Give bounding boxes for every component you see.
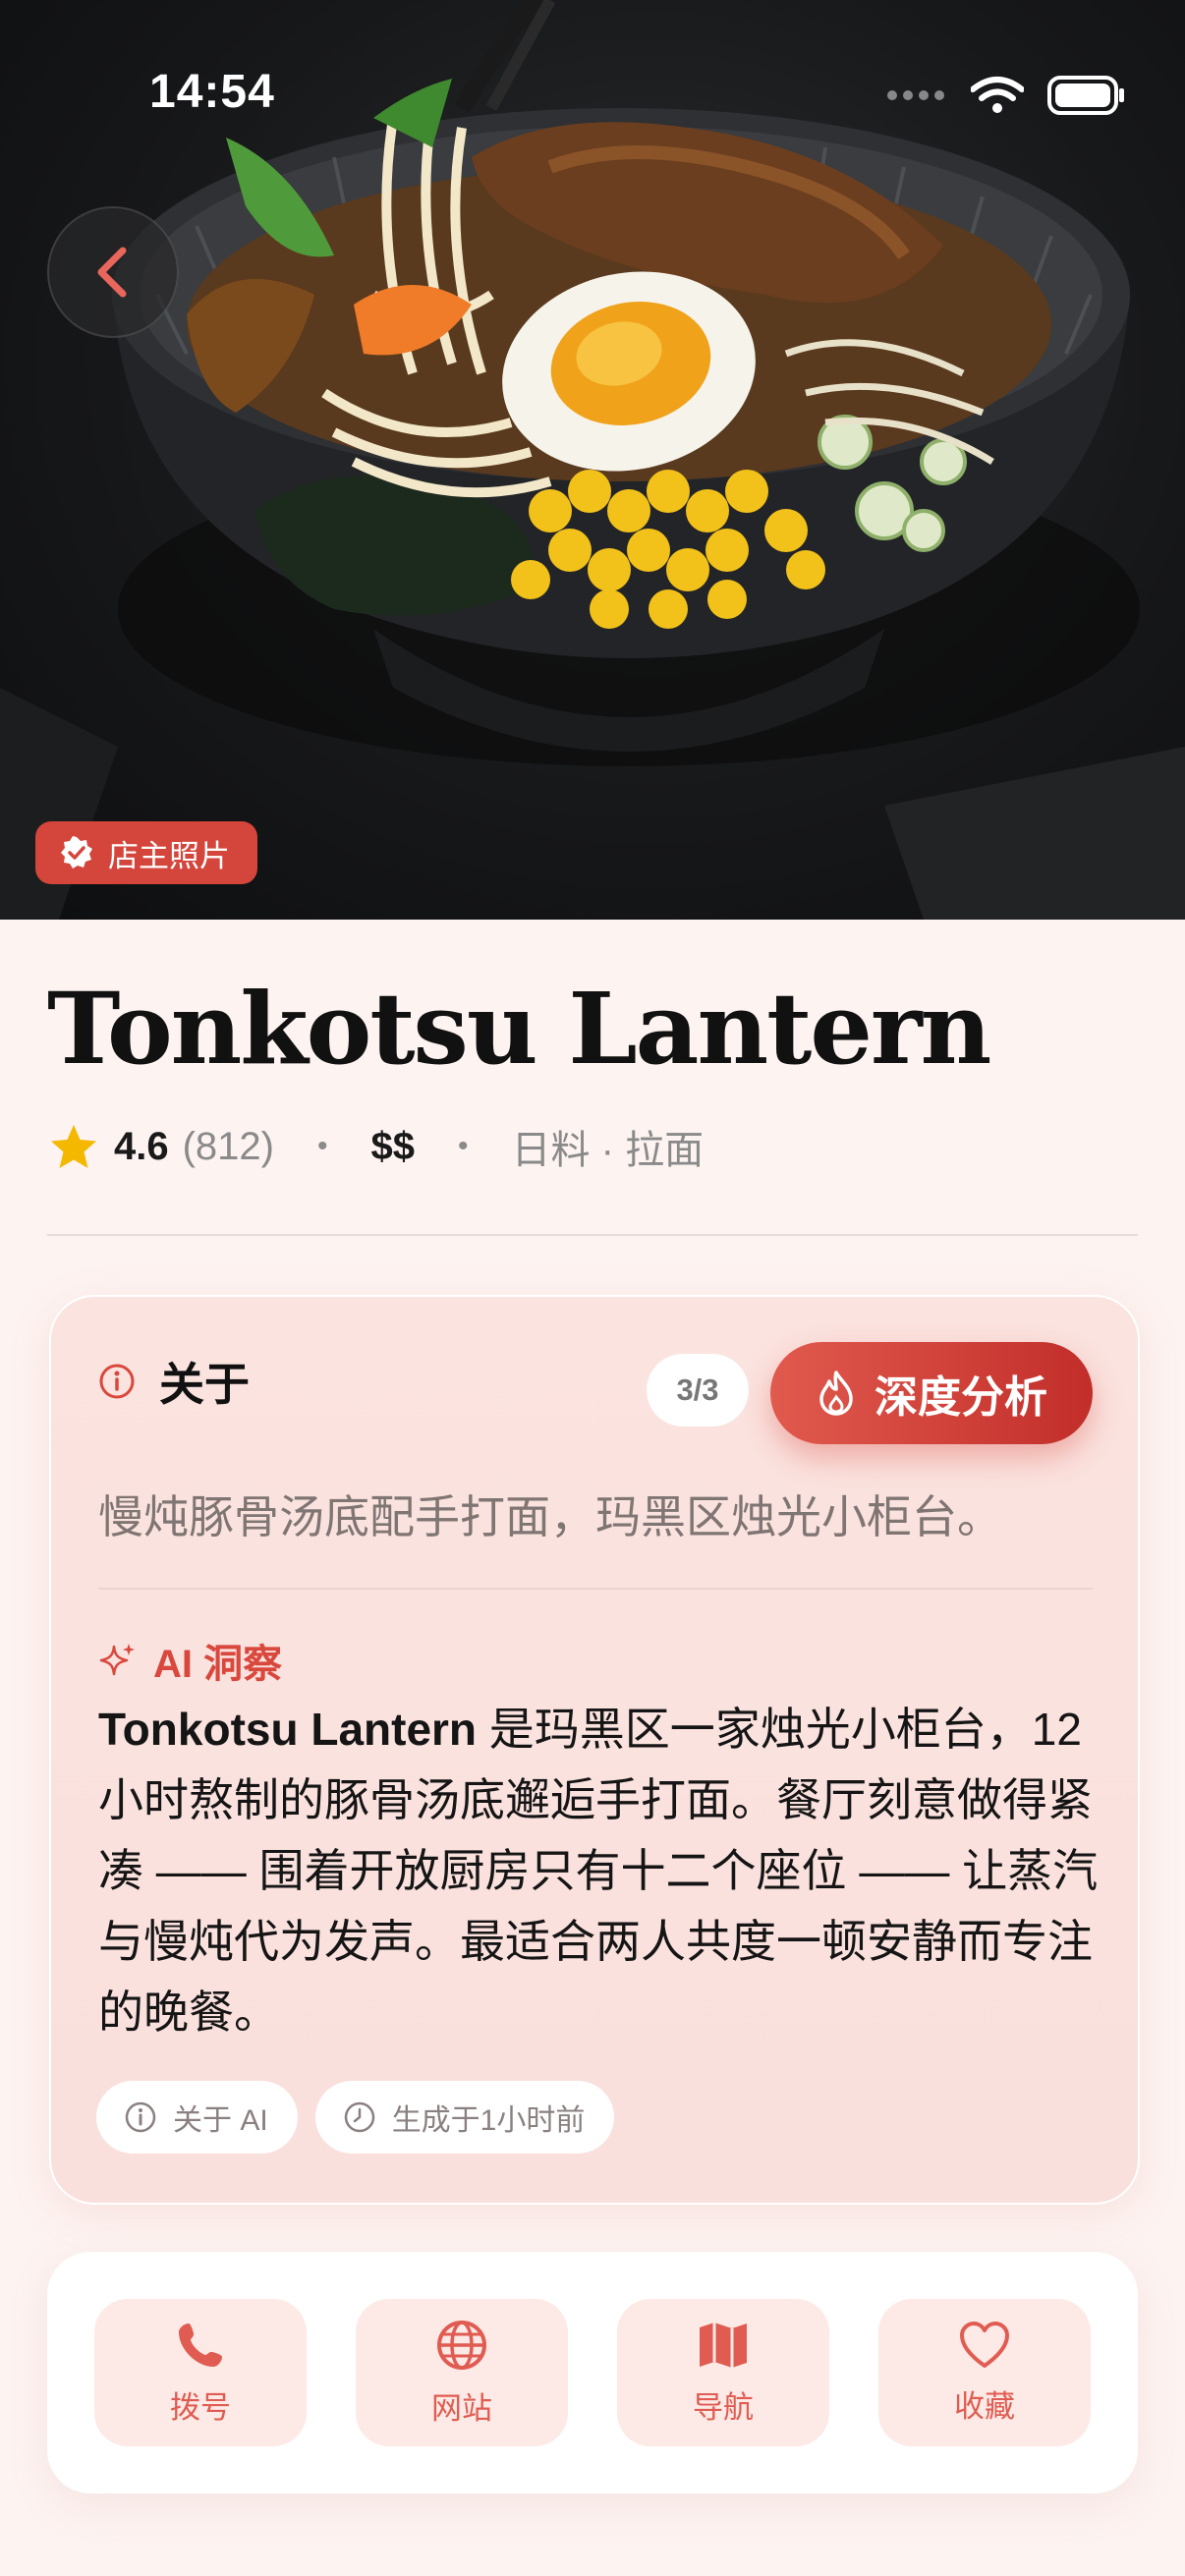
rating-value: 4.6 [114, 1124, 169, 1168]
back-chevron-icon [97, 247, 127, 298]
battery-icon [1047, 76, 1124, 115]
owner-photo-badge: 店主照片 [35, 821, 257, 884]
wifi-icon [971, 77, 1024, 113]
meta-separator: • [317, 1130, 328, 1162]
phone-icon [179, 2323, 222, 2367]
about-ai-chip[interactable]: 关于 AI [96, 2081, 298, 2154]
website-label: 网站 [431, 2390, 492, 2426]
flame-icon [819, 1371, 853, 1416]
price-level: $$ [370, 1124, 416, 1168]
navigate-label: 导航 [693, 2389, 754, 2425]
navigate-button[interactable]: 导航 [617, 2299, 829, 2446]
info-icon [99, 1364, 135, 1399]
ai-chips: 关于 AI 生成于1小时前 [96, 2081, 615, 2154]
map-icon [700, 2322, 747, 2368]
status-icons [886, 71, 1126, 120]
review-count[interactable]: (812) [183, 1125, 274, 1169]
about-summary: 慢炖豚骨汤底配手打面，玛黑区烛光小柜台。 [98, 1491, 1002, 1542]
call-label: 拨号 [170, 2389, 231, 2425]
meta-separator: • [458, 1130, 469, 1162]
back-button[interactable] [47, 206, 179, 338]
heart-icon [960, 2321, 1009, 2368]
ai-insight-text: Tonkotsu Lantern 是玛黑区一家烛光小柜台，12小时熬制的豚骨汤底… [98, 1694, 1100, 2047]
save-button[interactable]: 收藏 [878, 2299, 1091, 2446]
sparkle-icon [99, 1644, 135, 1676]
about-ai-label: 关于 AI [173, 2104, 268, 2137]
clock-icon [344, 2101, 374, 2133]
generated-time-chip: 生成于1小时前 [314, 2081, 615, 2154]
page-indicator: 3/3 [647, 1354, 749, 1427]
ai-insight-brand: Tonkotsu Lantern [98, 1704, 478, 1755]
owner-photo-label: 店主照片 [108, 838, 230, 873]
star-icon [51, 1125, 96, 1168]
ai-insight-title: AI 洞察 [153, 1643, 283, 1686]
generated-time-label: 生成于1小时前 [391, 2104, 586, 2137]
about-header: 关于 [98, 1349, 250, 1414]
save-label: 收藏 [954, 2388, 1015, 2424]
deep-analysis-label: 深度分析 [875, 1373, 1047, 1422]
about-card: 关于 3/3 深度分析 慢炖豚骨汤底配手打面，玛黑区烛光小柜台。 AI 洞察 T… [49, 1295, 1140, 2205]
globe-icon [437, 2320, 486, 2370]
cellular-signal-icon [887, 90, 944, 100]
status-time: 14:54 [149, 66, 275, 118]
info-icon [125, 2101, 156, 2133]
hero-photo[interactable]: 14:54 店主照片 [0, 0, 1185, 920]
ai-insight-header: AI 洞察 [98, 1632, 282, 1689]
action-bar: 拨号 网站 导航 收藏 [47, 2252, 1138, 2493]
about-title: 关于 [159, 1359, 250, 1410]
call-button[interactable]: 拨号 [94, 2299, 307, 2446]
ramen-photo [0, 0, 1185, 920]
restaurant-meta: 4.6 (812) • $$ • 日料 · 拉面 [49, 1118, 704, 1175]
cuisine-category: 日料 · 拉面 [511, 1129, 705, 1172]
divider [47, 1234, 1138, 1236]
divider [98, 1588, 1093, 1590]
deep-analysis-button[interactable]: 深度分析 [770, 1342, 1093, 1444]
restaurant-name: Tonkotsu Lantern [47, 971, 991, 1087]
verified-icon [61, 836, 92, 868]
website-button[interactable]: 网站 [356, 2299, 568, 2446]
